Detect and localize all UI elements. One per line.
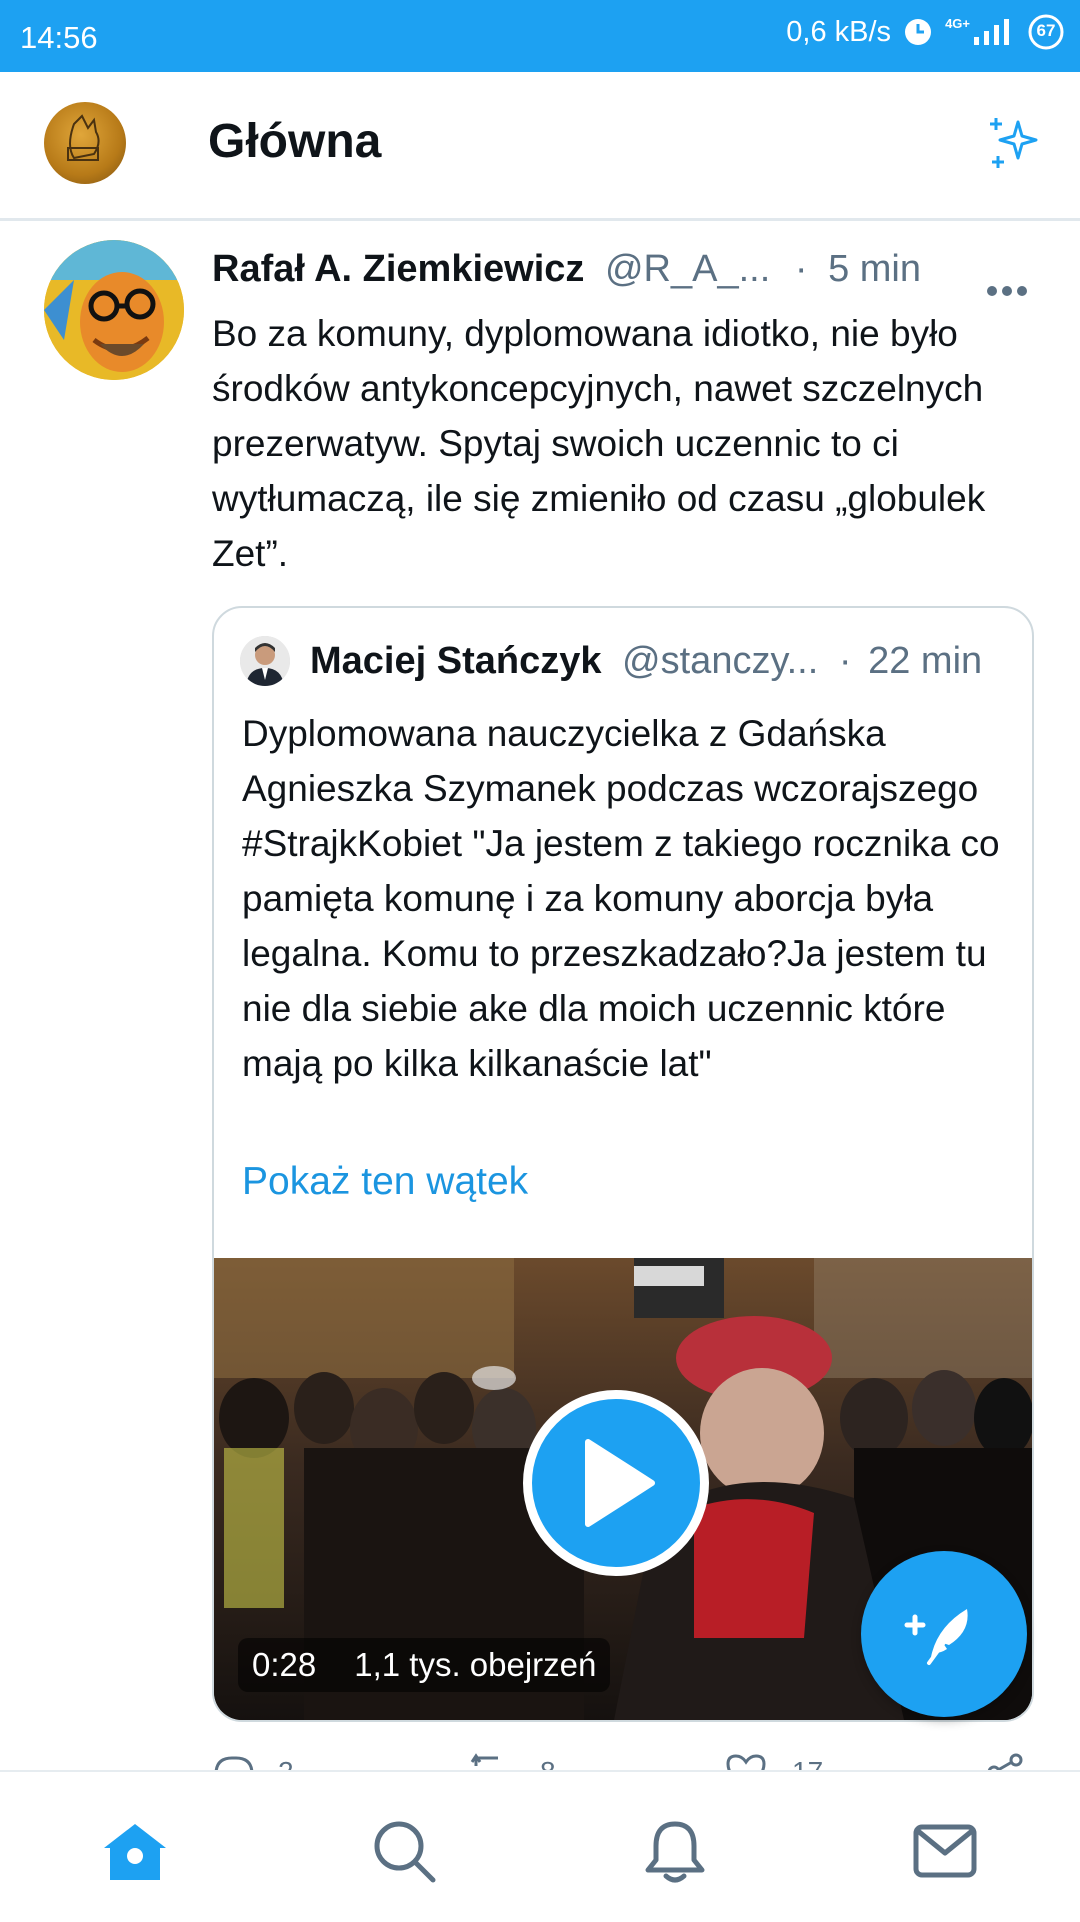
reply-action[interactable]: 2 — [212, 1752, 294, 1770]
more-options-icon[interactable] — [986, 264, 1028, 307]
tweet-actions: 2 8 17 — [212, 1752, 1032, 1770]
mail-icon — [913, 1824, 977, 1878]
share-icon — [987, 1753, 1023, 1770]
video-views: 1,1 tys. obejrzeń — [354, 1646, 597, 1683]
home-icon — [104, 1824, 166, 1880]
app-header: Główna — [0, 72, 1080, 221]
tweet-time: 5 min — [828, 248, 921, 290]
clock-icon — [903, 17, 933, 47]
nav-notifications[interactable] — [640, 1816, 710, 1886]
page-title: Główna — [208, 115, 382, 168]
status-bar: 14:56 0,6 kB/s 4G+ 67 — [0, 0, 1080, 72]
reply-count: 2 — [278, 1756, 294, 1770]
network-type: 4G+ — [945, 16, 970, 31]
video-duration: 0:28 — [252, 1646, 317, 1683]
play-icon — [585, 1439, 655, 1527]
tweet-text: Bo za komuny, dyplomowana idiotko, nie b… — [212, 313, 986, 574]
reply-icon — [214, 1756, 254, 1770]
quote-author-name[interactable]: Maciej Stańczyk — [310, 640, 601, 682]
share-action[interactable] — [986, 1752, 1026, 1770]
nav-search[interactable] — [369, 1816, 439, 1886]
quote-time: 22 min — [868, 640, 983, 682]
retweet-count: 8 — [540, 1756, 556, 1770]
author-name[interactable]: Rafał A. Ziemkiewicz — [212, 248, 584, 290]
quoted-tweet-card[interactable]: Maciej Stańczyk @stanczy... · 22 min Dyp… — [212, 606, 1034, 1722]
quote-meta-separator: · — [838, 640, 852, 682]
quote-author-avatar — [240, 636, 290, 686]
heart-icon — [726, 1754, 766, 1770]
author-handle[interactable]: @R_A_... — [605, 248, 770, 290]
quote-author-handle[interactable]: @stanczy... — [622, 640, 818, 682]
compose-feather-icon — [904, 1609, 968, 1665]
show-thread-link[interactable]: Pokaż ten wątek — [242, 1160, 528, 1204]
status-icons: 0,6 kB/s 4G+ 67 — [786, 14, 1064, 50]
profile-avatar[interactable] — [44, 102, 126, 184]
signal-icon — [972, 17, 1016, 47]
search-icon — [374, 1821, 436, 1883]
meta-separator: · — [794, 248, 808, 290]
play-button[interactable] — [523, 1390, 709, 1576]
battery-icon: 67 — [1028, 14, 1064, 50]
status-time: 14:56 — [20, 20, 98, 55]
nav-messages[interactable] — [910, 1816, 980, 1886]
tweet-header: Rafał A. Ziemkiewicz @R_A_... · 5 min — [212, 248, 1042, 296]
nav-home[interactable] — [100, 1816, 170, 1886]
like-action[interactable]: 17 — [724, 1752, 823, 1770]
video-info: 0:28 1,1 tys. obejrzeń — [238, 1638, 611, 1692]
quote-text: Dyplomowana nauczycielka z Gdańska Agnie… — [242, 713, 1000, 1084]
retweet-icon — [470, 1753, 498, 1766]
battery-level: 67 — [1036, 21, 1056, 40]
retweet-action[interactable]: 8 — [468, 1752, 556, 1770]
sparkle-icon[interactable] — [982, 112, 1044, 179]
quote-header: Maciej Stańczyk @stanczy... · 22 min — [310, 640, 1020, 683]
compose-tweet-button[interactable] — [861, 1551, 1027, 1717]
author-avatar[interactable] — [44, 240, 184, 380]
bottom-navigation — [0, 1770, 1080, 1922]
like-count: 17 — [792, 1756, 823, 1770]
bell-icon — [645, 1821, 705, 1883]
net-speed: 0,6 kB/s — [786, 15, 892, 48]
